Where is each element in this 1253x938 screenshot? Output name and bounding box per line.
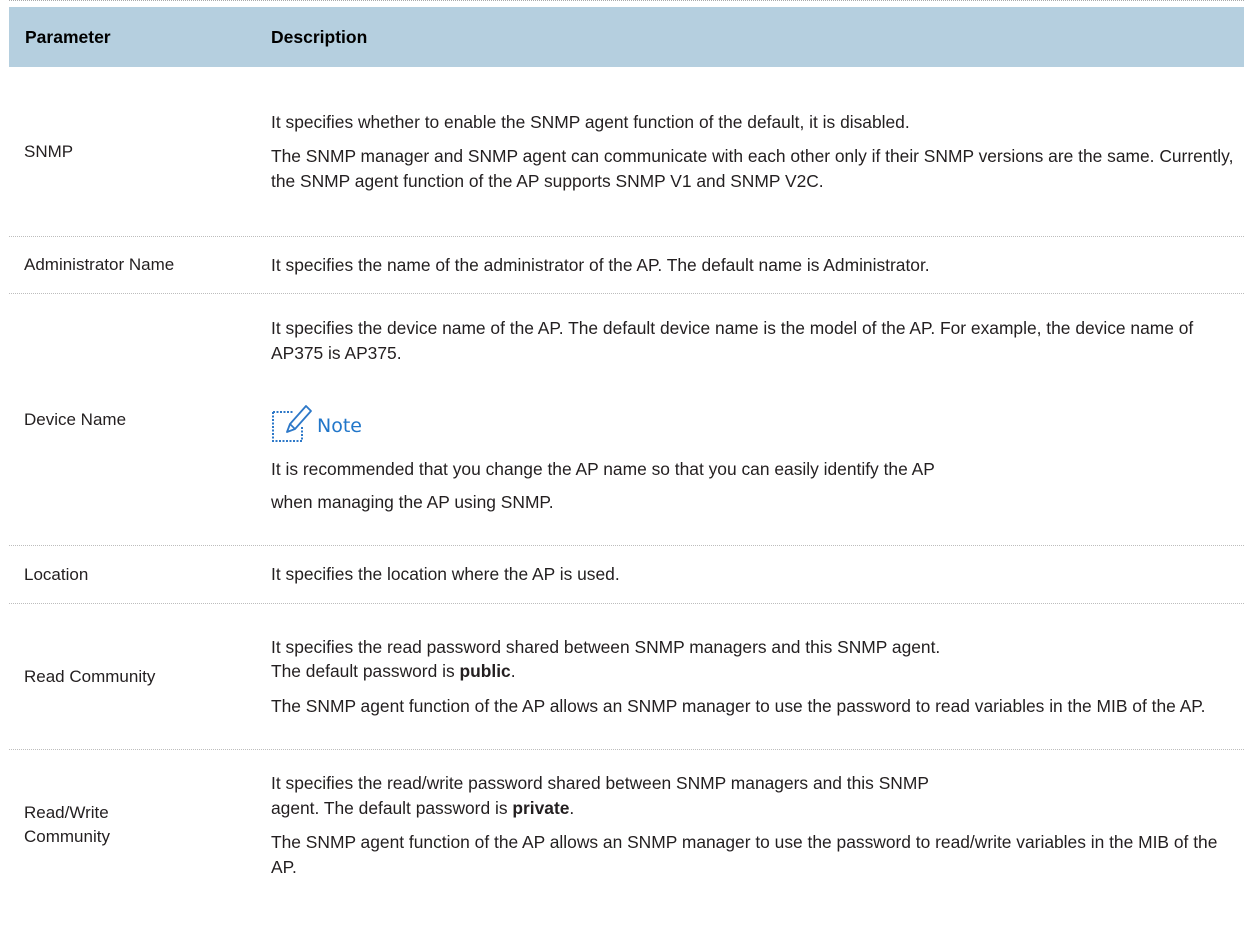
pencil-note-icon <box>272 405 312 442</box>
parameter-table: Parameter Description SNMP It specifies … <box>9 0 1244 900</box>
desc-paragraph: The SNMP agent function of the AP allows… <box>271 695 1206 716</box>
table-row-read-write-community: Read/Write Community It specifies the re… <box>9 750 1244 900</box>
table-row-location: Location It specifies the location where… <box>9 546 1244 604</box>
param-name: Read Community <box>24 666 156 686</box>
param-description: It specifies the location where the AP i… <box>271 546 1244 603</box>
header-parameter: Parameter <box>25 26 111 47</box>
desc-text: . <box>569 797 575 818</box>
table-header: Parameter Description <box>9 7 1244 67</box>
param-description: It specifies the read/write password sha… <box>271 750 1244 900</box>
note-callout: Note <box>271 403 1236 443</box>
desc-text: . <box>510 661 516 682</box>
table-row-read-community: Read Community It specifies the read pas… <box>9 604 1244 750</box>
param-name: Read/Write Community <box>9 750 271 900</box>
desc-text: It specifies the read/write password sha… <box>271 773 929 793</box>
param-description: It specifies whether to enable the SNMP … <box>271 67 1244 236</box>
desc-paragraph: It specifies the read password shared be… <box>271 635 1236 684</box>
desc-paragraph: It specifies the location where the AP i… <box>271 564 620 585</box>
desc-paragraph: The SNMP manager and SNMP agent can comm… <box>271 146 1234 191</box>
table-row-device-name: Device Name It specifies the device name… <box>9 294 1244 546</box>
desc-paragraph: It specifies whether to enable the SNMP … <box>271 111 910 132</box>
desc-paragraph: The SNMP agent function of the AP allows… <box>271 832 1218 877</box>
param-description: It specifies the read password shared be… <box>271 604 1244 749</box>
default-password-private: private <box>512 797 570 818</box>
note-text: when managing the AP using SNMP. <box>271 491 554 512</box>
top-rule <box>9 0 1244 7</box>
desc-text: The default password is <box>271 661 460 682</box>
param-name-line: Read/Write <box>24 803 109 822</box>
note-text: It is recommended that you change the AP… <box>271 459 935 479</box>
table-row-administrator-name: Administrator Name It specifies the name… <box>9 237 1244 294</box>
desc-paragraph: It specifies the device name of the AP. … <box>271 318 1194 363</box>
desc-paragraph: It specifies the read/write password sha… <box>271 771 1236 820</box>
param-description: It specifies the device name of the AP. … <box>271 294 1244 545</box>
param-name: Administrator Name <box>24 255 175 274</box>
default-password-public: public <box>459 661 511 682</box>
param-description: It specifies the name of the administrat… <box>271 237 1244 293</box>
param-name: Location <box>24 564 89 584</box>
table-row-snmp: SNMP It specifies whether to enable the … <box>9 67 1244 237</box>
param-name: Device Name <box>24 409 127 429</box>
desc-text: It specifies the read password shared be… <box>271 636 941 657</box>
desc-paragraph: It specifies the name of the administrat… <box>271 254 930 275</box>
param-name-line: Community <box>24 827 110 846</box>
param-name: SNMP <box>24 141 74 161</box>
note-title: Note <box>317 414 362 437</box>
header-description: Description <box>271 26 368 47</box>
desc-text: agent. The default password is <box>271 797 513 818</box>
